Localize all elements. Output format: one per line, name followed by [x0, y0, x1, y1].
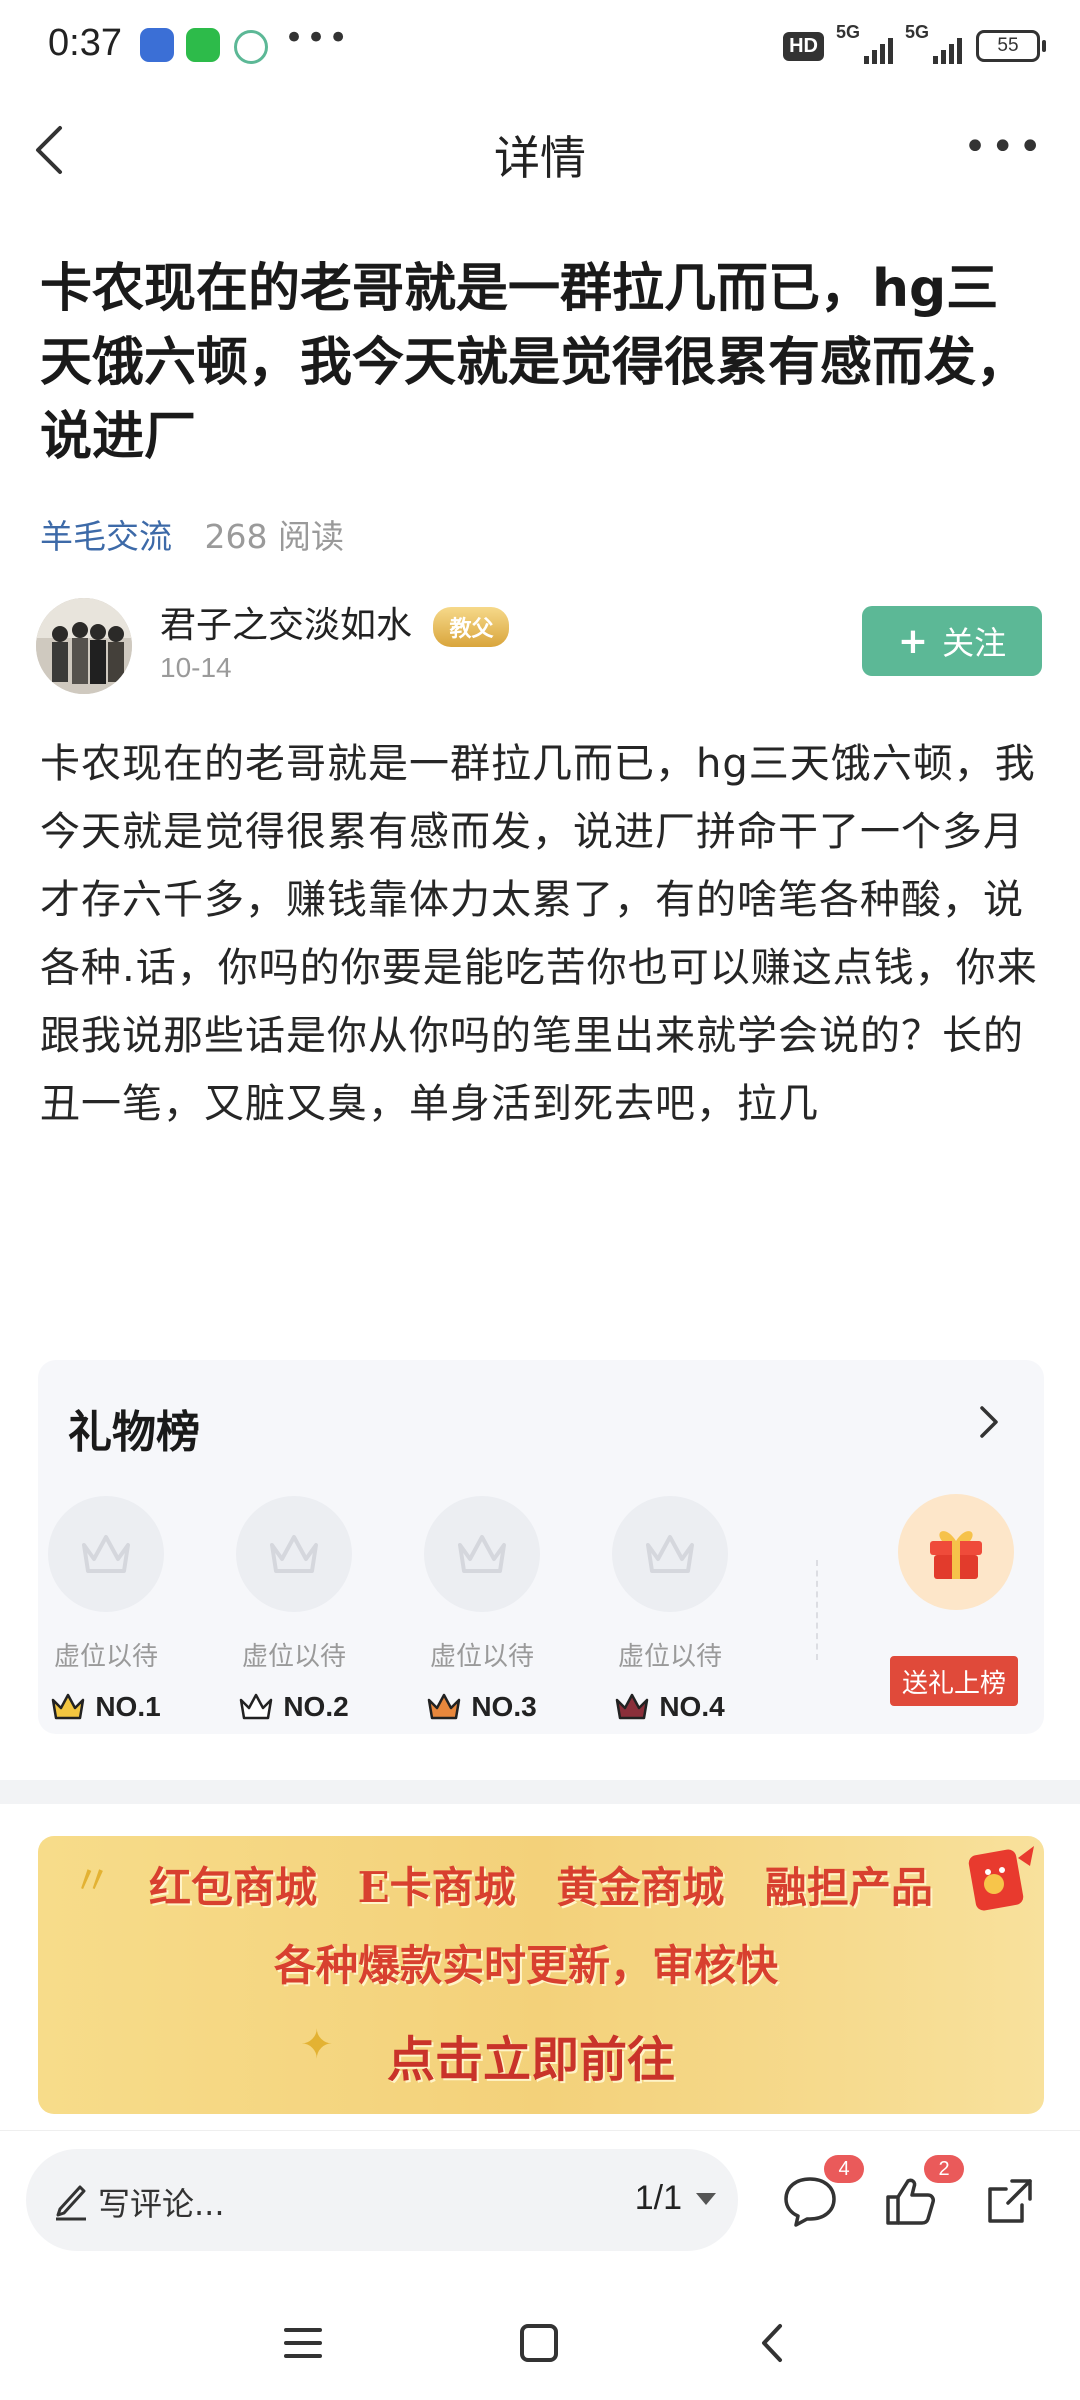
gift-box-icon[interactable]	[898, 1494, 1014, 1610]
rank-text: NO.3	[471, 1691, 537, 1722]
send-gift-button[interactable]: 送礼上榜	[890, 1656, 1018, 1706]
gift-slot-2[interactable]: 虚位以待 NO.2	[234, 1496, 354, 1723]
rank-label: NO.1	[46, 1691, 166, 1723]
post-body: 卡农现在的老哥就是一群拉几而已，hg三天饿六顿，我今天就是觉得很累有感而发，说进…	[40, 741, 1038, 1127]
slot-label: 虚位以待	[429, 1642, 534, 1672]
rank-label: NO.2	[234, 1691, 354, 1723]
crown-placeholder-icon	[424, 1496, 540, 1612]
author-avatar[interactable]	[36, 598, 132, 694]
banner-line-3: 点击立即前往	[386, 2032, 675, 2088]
read-count: 268 阅读	[204, 517, 344, 556]
home-icon[interactable]	[514, 2318, 564, 2368]
post-headline: 卡农现在的老哥就是一群拉几而已，hg三天饿六顿，我今天就是觉得很累有感而发，说进…	[40, 259, 1029, 467]
gift-slot-1[interactable]: 虚位以待 NO.1	[46, 1496, 166, 1723]
wechat-icon	[186, 28, 220, 62]
bottom-action-bar: 写评论... 1/1 4 2	[0, 2130, 1080, 2281]
slot-label: 虚位以待	[53, 1642, 158, 1672]
share-icon[interactable]	[982, 2173, 1038, 2229]
crown-placeholder-icon	[48, 1496, 164, 1612]
post-date: 10-14	[160, 652, 232, 683]
crown-dark-icon	[616, 1693, 649, 1720]
crown-placeholder-icon	[236, 1496, 352, 1612]
rank-label: NO.4	[610, 1691, 730, 1723]
gift-slot-3[interactable]: 虚位以待 NO.3	[422, 1496, 542, 1723]
author-name[interactable]: 君子之交淡如水	[160, 605, 412, 646]
gift-divider	[816, 1560, 818, 1660]
network-type-label: 5G	[905, 22, 930, 42]
progress-app-icon	[234, 30, 268, 64]
rank-text: NO.1	[95, 1691, 161, 1722]
gift-board: 礼物榜 虚位以待 NO.1 虚位以待 NO.2 虚位以待 NO.3 虚位以待 N…	[38, 1360, 1044, 1734]
gift-slot-4[interactable]: 虚位以待 NO.4	[610, 1496, 730, 1723]
more-options-icon[interactable]: •••	[963, 124, 1046, 170]
network-type-label: 5G	[836, 22, 861, 42]
page-indicator[interactable]: 1/1	[635, 2179, 682, 2218]
comment-placeholder: 写评论...	[98, 2185, 225, 2223]
battery-icon: 55	[976, 30, 1046, 62]
banner-line-1: 红包商城 E卡商城 黄金商城 融担产品	[149, 1863, 933, 1912]
section-divider	[0, 1780, 1080, 1804]
gift-board-title: 礼物榜	[68, 1407, 200, 1458]
pen-icon	[56, 2185, 86, 2221]
crown-silver-icon	[240, 1693, 273, 1720]
slot-label: 虚位以待	[241, 1642, 346, 1672]
comment-icon[interactable]	[782, 2173, 838, 2229]
crown-bronze-icon	[428, 1693, 461, 1720]
back-icon[interactable]	[748, 2318, 798, 2368]
comment-count-badge: 4	[824, 2155, 864, 2183]
signal-1-icon: 5G	[836, 22, 893, 64]
rank-text: NO.4	[659, 1691, 725, 1722]
status-bar: 0:37 ••• HD 5G 5G 55	[0, 0, 1080, 96]
crown-placeholder-icon	[612, 1496, 728, 1612]
top-nav-bar: 详情 •••	[0, 96, 1080, 206]
hd-voice-icon: HD	[783, 31, 824, 61]
plus-icon: +	[897, 620, 929, 662]
menu-icon[interactable]	[278, 2318, 328, 2368]
author-name-row: 君子之交淡如水 教父	[160, 596, 510, 648]
like-icon[interactable]	[882, 2173, 938, 2229]
avatar-photo-icon	[36, 598, 132, 694]
post-meta: 羊毛交流 268 阅读	[40, 510, 344, 558]
red-envelope-mascot-icon	[968, 1846, 1034, 1911]
banner-line-2: 各种爆款实时更新，审核快	[273, 1941, 778, 1990]
page-title: 详情	[494, 131, 586, 185]
chevron-right-icon[interactable]	[974, 1404, 1004, 1440]
comment-input[interactable]: 写评论... 1/1	[26, 2149, 738, 2251]
like-count-badge: 2	[924, 2155, 964, 2183]
crown-gold-icon	[52, 1693, 85, 1720]
follow-button[interactable]: + 关注	[862, 606, 1042, 676]
more-notifications-icon: •••	[284, 18, 351, 58]
signal-2-icon: 5G	[905, 22, 962, 64]
caret-down-icon[interactable]	[696, 2193, 716, 2205]
promo-banner[interactable]: 〃 ✦ 红包商城 E卡商城 黄金商城 融担产品 各种爆款实时更新，审核快 点击立…	[38, 1836, 1044, 2114]
system-navigation-bar	[0, 2290, 1080, 2400]
follow-label: 关注	[942, 624, 1007, 662]
rank-label: NO.3	[422, 1691, 542, 1723]
category-link[interactable]: 羊毛交流	[40, 517, 172, 556]
slot-label: 虚位以待	[617, 1642, 722, 1672]
status-time: 0:37	[48, 22, 122, 64]
author-rank-badge: 教父	[433, 607, 510, 647]
files-app-icon	[140, 28, 174, 62]
status-indicators: HD 5G 5G 55	[783, 22, 1046, 66]
rank-text: NO.2	[283, 1691, 349, 1722]
